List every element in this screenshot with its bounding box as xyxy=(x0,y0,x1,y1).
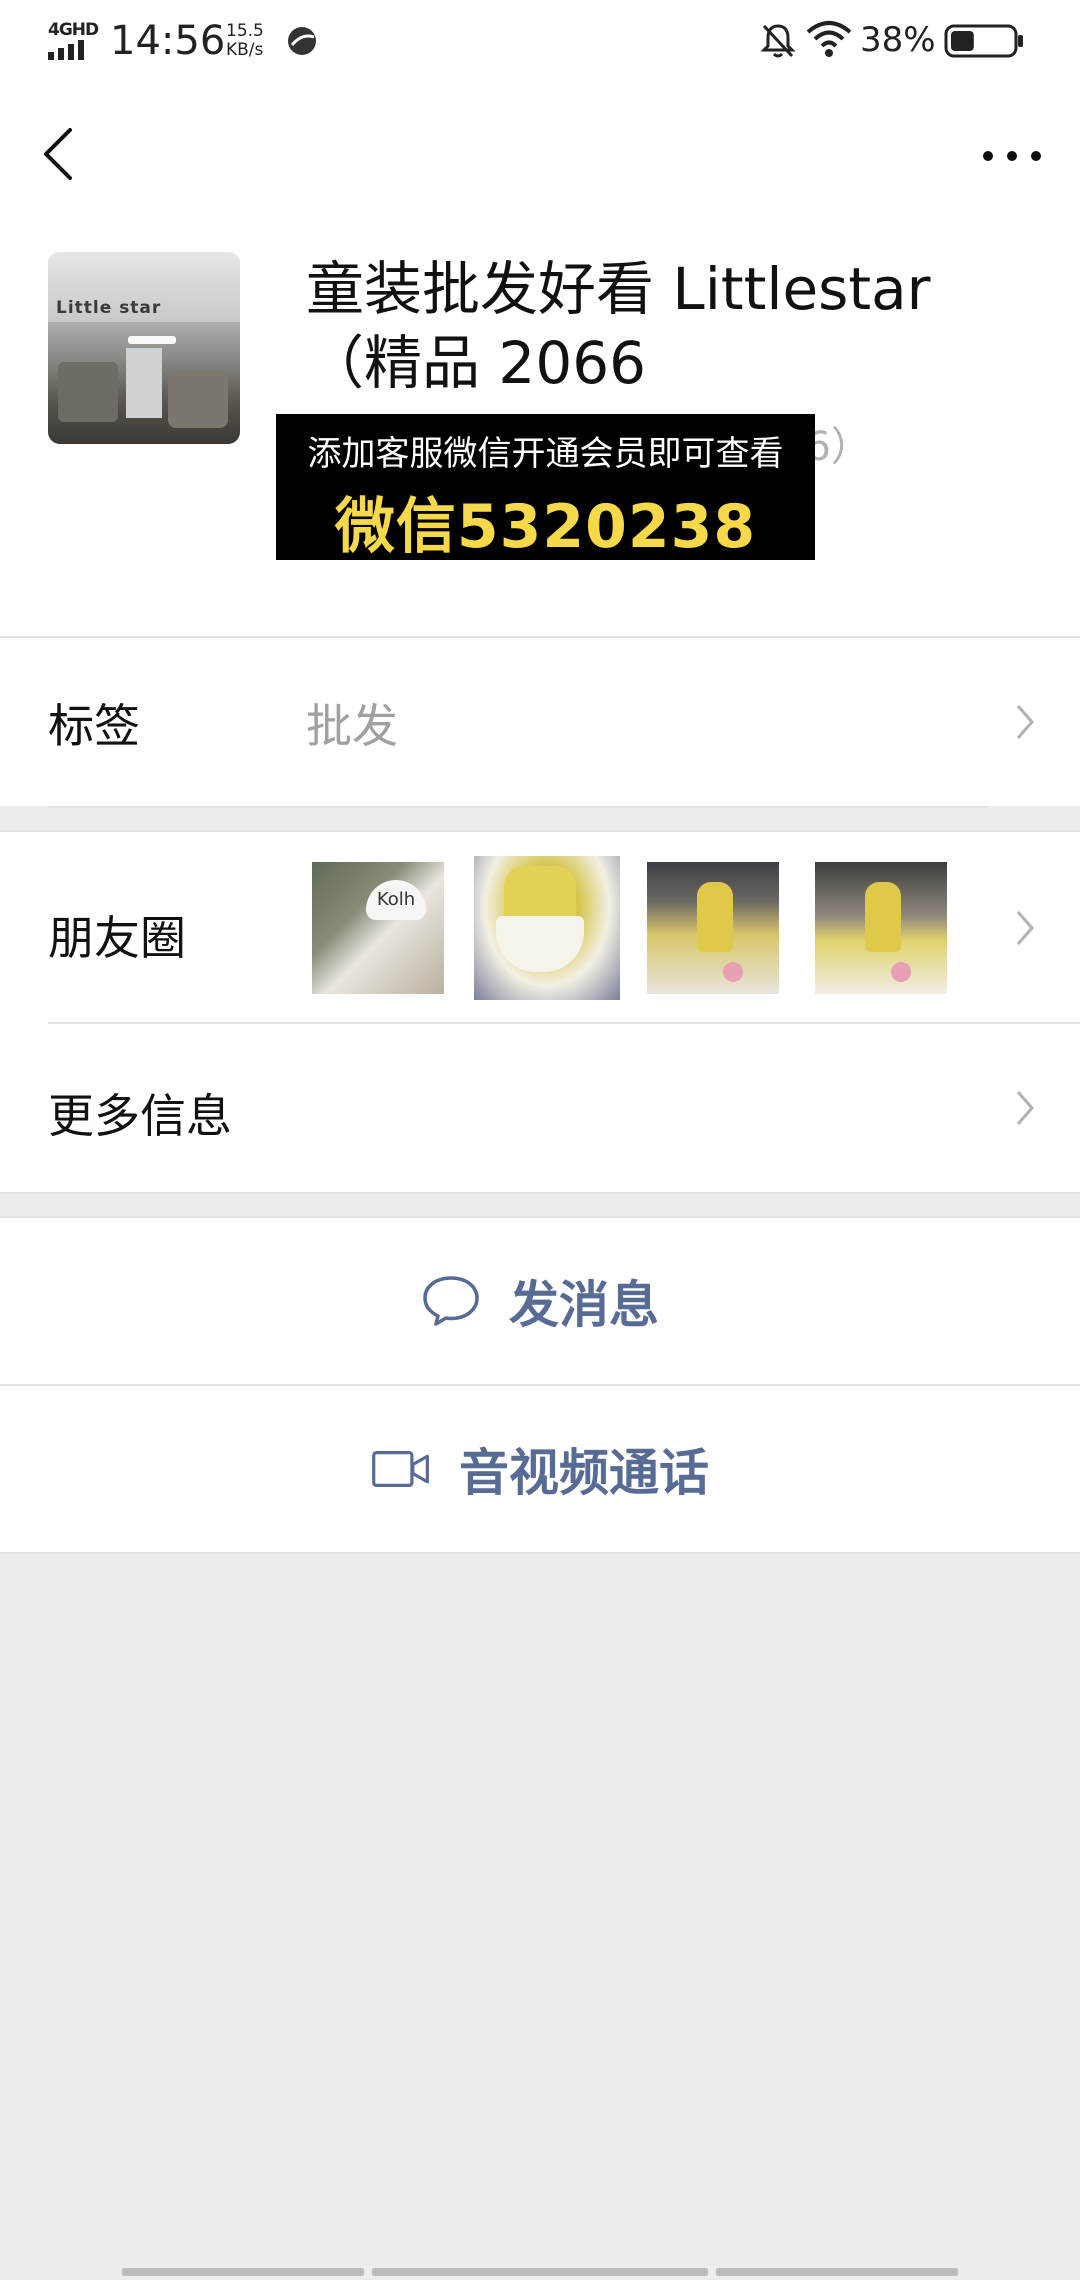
chevron-right-icon xyxy=(1016,705,1034,739)
tags-row[interactable]: 标签 批发 xyxy=(0,638,1080,806)
avatar-photo-light xyxy=(128,336,176,344)
status-bar: 4GHD 14:56 15.5 KB/s 38% xyxy=(0,0,1080,84)
mute-bell-icon xyxy=(760,24,796,58)
speed-unit: KB/s xyxy=(226,40,264,60)
avatar-sign-text: Little star xyxy=(56,298,162,318)
battery-percent: 38% xyxy=(860,20,936,60)
status-time: 14:56 xyxy=(110,18,226,64)
thumbnail-cap-text: Kolh xyxy=(366,880,426,920)
moments-thumbnail xyxy=(647,862,779,994)
navigation-gesture-bar xyxy=(0,2268,1080,2280)
tags-value: 批发 xyxy=(306,699,398,753)
signal-icon xyxy=(48,40,84,60)
network-indicator: 4GHD xyxy=(46,20,100,60)
avatar[interactable]: Little star xyxy=(48,252,240,444)
moments-label: 朋友圈 xyxy=(48,911,186,965)
send-message-button[interactable]: 发消息 xyxy=(0,1218,1080,1384)
chevron-right-icon xyxy=(1016,1091,1034,1125)
divider xyxy=(0,1552,1080,1554)
speed-value: 15.5 xyxy=(226,21,264,41)
moments-thumbnail xyxy=(815,862,947,994)
moments-thumbnail: Kolh xyxy=(312,862,444,994)
send-message-label: 发消息 xyxy=(509,1276,659,1334)
network-speed: 15.5 KB/s xyxy=(226,22,276,60)
tags-label: 标签 xyxy=(48,699,140,753)
divider xyxy=(48,806,988,808)
video-camera-icon xyxy=(372,1451,429,1487)
wifi-icon xyxy=(806,21,852,57)
video-call-button[interactable]: 音视频通话 xyxy=(0,1386,1080,1552)
thumbnail-child xyxy=(697,882,733,952)
back-button[interactable] xyxy=(36,118,80,190)
contact-profile-page: 4GHD 14:56 15.5 KB/s 38% Little star 童装批… xyxy=(0,0,1080,2280)
video-call-label: 音视频通话 xyxy=(459,1444,709,1502)
moments-thumbnail xyxy=(474,856,620,1000)
thumbnail-ball xyxy=(723,962,743,982)
promo-text-line1: 添加客服微信开通会员即可查看 xyxy=(307,434,784,474)
promo-text-line2: 微信5320238 xyxy=(334,492,757,562)
promo-overlay-banner: 添加客服微信开通会员即可查看 微信5320238 xyxy=(276,414,815,562)
more-info-label: 更多信息 xyxy=(48,1089,232,1143)
status-right-group: 38% xyxy=(760,18,1030,66)
thumbnail-skirt xyxy=(496,916,584,972)
thumbnail-jacket xyxy=(504,866,576,922)
more-options-button[interactable] xyxy=(980,138,1044,174)
thumbnail-child xyxy=(865,882,901,952)
avatar-photo-door xyxy=(126,348,162,418)
thumbnail-ball xyxy=(891,962,911,982)
more-info-row[interactable]: 更多信息 xyxy=(0,1024,1080,1192)
contact-name: 童装批发好看 Littlestar（精品 2066 xyxy=(306,255,931,397)
nav-segment xyxy=(122,2268,364,2276)
divider xyxy=(0,1192,1080,1194)
network-type: 4GHD xyxy=(48,20,99,40)
nav-segment xyxy=(716,2268,958,2276)
avatar-photo-rack xyxy=(58,362,118,422)
avatar-photo-rack xyxy=(168,372,228,428)
chat-bubble-icon xyxy=(423,1276,479,1326)
battery-icon xyxy=(944,24,1023,58)
nav-segment xyxy=(372,2268,708,2276)
app-notification-icon xyxy=(288,27,316,55)
chevron-right-icon xyxy=(1016,911,1034,945)
